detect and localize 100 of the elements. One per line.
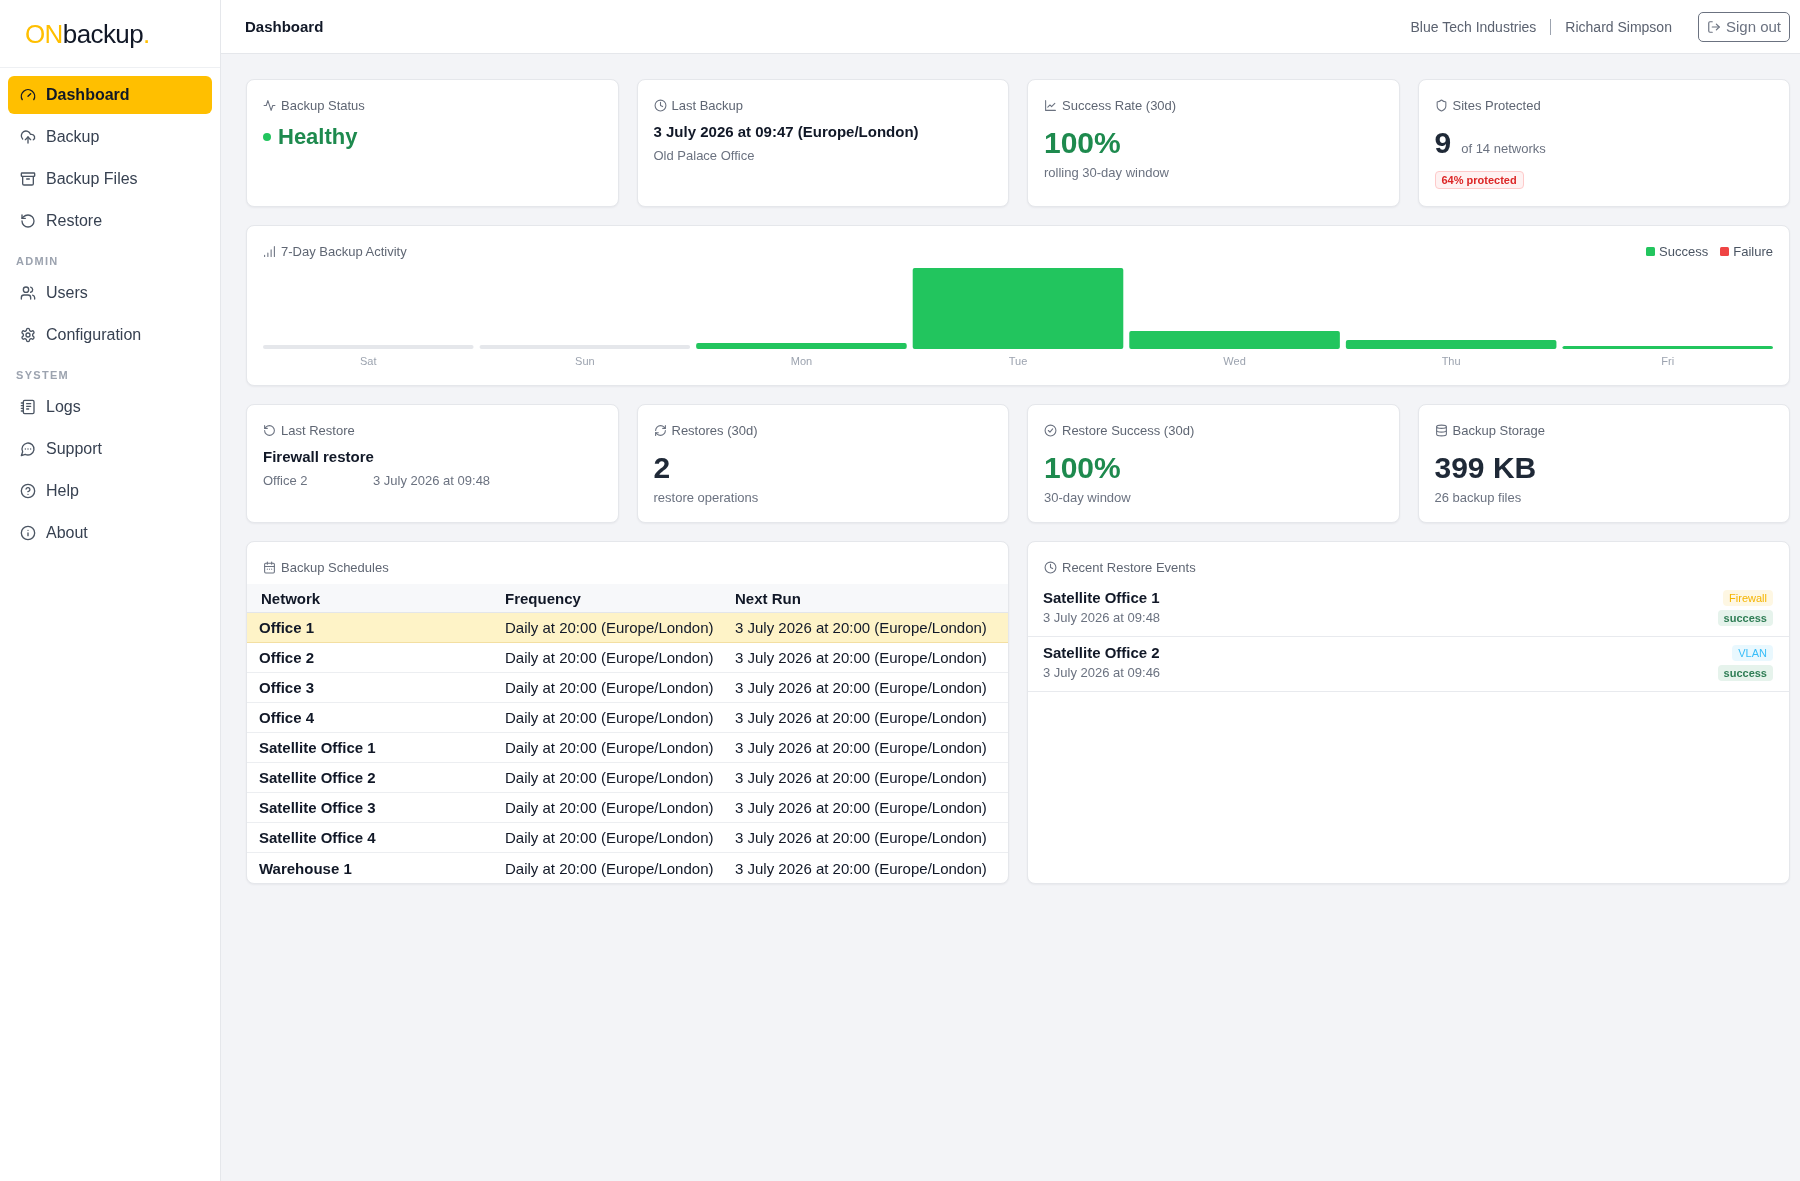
metric-value: 100% xyxy=(1044,125,1121,161)
table-cell: Daily at 20:00 (Europe/London) xyxy=(505,739,714,756)
table-row[interactable]: Satellite Office 4 Daily at 20:00 (Europe/London) 3 July 2026 at 20:00 (Europe/London) xyxy=(247,823,1008,853)
event-network: Satellite Office 2 xyxy=(1043,643,1160,663)
table-row[interactable]: Office 1 Daily at 20:00 (Europe/London) 3 July 2026 at 20:00 (Europe/London) xyxy=(247,613,1008,643)
help-icon xyxy=(20,483,36,499)
column-header: Network xyxy=(261,589,321,607)
category-tag: VLAN xyxy=(1732,645,1773,661)
status-value: Healthy xyxy=(278,123,358,151)
settings-icon xyxy=(20,327,36,343)
metric-value: 399 KB xyxy=(1434,450,1537,486)
nav-item[interactable]: Support xyxy=(8,430,212,468)
metric-unit: of 14 networks xyxy=(1461,141,1546,156)
logo: ONbackup. xyxy=(25,18,150,49)
table-cell: Daily at 20:00 (Europe/London) xyxy=(505,769,714,786)
status-tag: success xyxy=(1717,610,1773,626)
chat-bubble-icon xyxy=(20,441,36,457)
table-cell: Office 3 xyxy=(259,679,315,696)
table-cell: 3 July 2026 at 20:00 (Europe/London) xyxy=(735,859,987,877)
page-title: Dashboard xyxy=(245,18,324,35)
notebook-icon xyxy=(20,399,36,415)
calendar-icon xyxy=(263,560,276,574)
event-time: 3 July 2026 at 09:48 xyxy=(1043,609,1161,627)
day-label: Sat xyxy=(360,354,377,368)
table-cell: Daily at 20:00 (Europe/London) xyxy=(505,679,714,696)
nav-item[interactable]: Help xyxy=(8,472,212,510)
legend-label: Success xyxy=(1659,243,1709,259)
day-label: Fri xyxy=(1661,354,1675,368)
nav-item[interactable]: Backup xyxy=(8,118,212,156)
database-icon xyxy=(1434,423,1448,437)
nav-item[interactable]: Users xyxy=(8,274,212,312)
metric-caption: rolling 30-day window xyxy=(1044,164,1169,182)
event-time: 3 July 2026 at 09:46 xyxy=(1043,664,1161,682)
nav-item[interactable]: Logs xyxy=(8,388,212,426)
table-cell: 3 July 2026 at 20:00 (Europe/London) xyxy=(735,679,987,696)
table-cell: 3 July 2026 at 20:00 (Europe/London) xyxy=(735,649,987,666)
sign-out-icon xyxy=(1706,19,1721,34)
card-title: Last Backup xyxy=(671,97,744,113)
card-title: Recent Restore Events xyxy=(1062,559,1196,575)
card-title: Restores (30d) xyxy=(671,422,758,438)
table-cell: Daily at 20:00 (Europe/London) xyxy=(505,799,714,816)
clock-icon xyxy=(1044,560,1057,574)
table-row[interactable]: Satellite Office 3 Daily at 20:00 (Europe/London) 3 July 2026 at 20:00 (Europe/London) xyxy=(247,793,1008,823)
section-heading: SYSTEM xyxy=(16,368,70,382)
table-cell: Satellite Office 3 xyxy=(259,799,376,816)
nav-item[interactable]: Restore xyxy=(8,202,212,240)
table-row[interactable]: Office 4 Daily at 20:00 (Europe/London) 3 July 2026 at 20:00 (Europe/London) xyxy=(247,703,1008,733)
table-cell: Daily at 20:00 (Europe/London) xyxy=(505,649,714,666)
restore-time: 3 July 2026 at 09:48 xyxy=(373,472,491,490)
table-cell: Office 2 xyxy=(259,649,315,666)
nav-item[interactable]: Backup Files xyxy=(8,160,212,198)
organization-name: Blue Tech Industries xyxy=(1410,18,1537,35)
coverage-badge: 64% protected xyxy=(1434,171,1524,189)
archive-icon xyxy=(20,171,36,187)
day-label: Sun xyxy=(575,354,595,368)
table-cell: Daily at 20:00 (Europe/London) xyxy=(505,709,714,726)
metric-caption: 26 backup files xyxy=(1434,489,1522,507)
users-icon xyxy=(20,285,36,301)
table-cell: Satellite Office 4 xyxy=(259,829,376,846)
line-chart-icon xyxy=(1044,98,1057,112)
day-label: Thu xyxy=(1441,354,1461,368)
table-cell: Daily at 20:00 (Europe/London) xyxy=(505,829,714,846)
category-tag: Firewall xyxy=(1723,590,1773,606)
metric-value: 100% xyxy=(1044,450,1121,486)
pulse-icon xyxy=(263,98,276,112)
card-title: Sites Protected xyxy=(1452,97,1541,113)
table-row[interactable]: Satellite Office 1 Daily at 20:00 (Europe/London) 3 July 2026 at 20:00 (Europe/London) xyxy=(247,733,1008,763)
card-title: Backup Status xyxy=(281,97,365,113)
card-title: Last Restore xyxy=(281,422,355,438)
info-icon xyxy=(20,525,36,541)
gauge-icon xyxy=(20,87,36,103)
network-name: Office 2 xyxy=(263,473,308,488)
table-cell: 3 July 2026 at 20:00 (Europe/London) xyxy=(735,799,987,816)
table-cell: Satellite Office 2 xyxy=(259,769,376,786)
section-heading: ADMIN xyxy=(16,254,59,268)
nav-item[interactable]: About xyxy=(8,514,212,552)
table-cell: 3 July 2026 at 20:00 (Europe/London) xyxy=(735,709,987,726)
location-text: Old Palace Office xyxy=(653,147,755,165)
table-row[interactable]: Satellite Office 2 Daily at 20:00 (Europe/London) 3 July 2026 at 20:00 (Europe/London) xyxy=(247,763,1008,793)
status-tag: success xyxy=(1717,665,1773,681)
circular-arrow-icon xyxy=(263,423,276,437)
sign-out-button[interactable]: Sign out xyxy=(1697,11,1790,42)
table-row[interactable]: Office 3 Daily at 20:00 (Europe/London) 3 July 2026 at 20:00 (Europe/London) xyxy=(247,673,1008,703)
circular-arrow-icon xyxy=(20,213,36,229)
status-dot-icon xyxy=(263,133,271,141)
table-cell: 3 July 2026 at 20:00 (Europe/London) xyxy=(735,829,987,846)
table-row[interactable]: Office 2 Daily at 20:00 (Europe/London) 3 July 2026 at 20:00 (Europe/London) xyxy=(247,643,1008,673)
nav-item[interactable]: Dashboard xyxy=(8,76,212,114)
table-cell: 3 July 2026 at 20:00 (Europe/London) xyxy=(735,739,987,756)
restore-name: Firewall restore xyxy=(263,447,374,467)
table-row[interactable]: Warehouse 1 Daily at 20:00 (Europe/London) 3 July 2026 at 20:00 (Europe/London) xyxy=(247,853,1008,883)
card-title: Restore Success (30d) xyxy=(1062,422,1195,438)
nav-item[interactable]: Configuration xyxy=(8,316,212,354)
day-label: Tue xyxy=(1008,354,1028,368)
event-network: Satellite Office 1 xyxy=(1043,588,1160,608)
table-cell: Daily at 20:00 (Europe/London) xyxy=(505,859,714,877)
metric-caption: 30-day window xyxy=(1044,489,1131,507)
legend-label: Failure xyxy=(1733,243,1773,259)
table-cell: Office 4 xyxy=(259,709,315,726)
cloud-upload-icon xyxy=(20,129,36,145)
